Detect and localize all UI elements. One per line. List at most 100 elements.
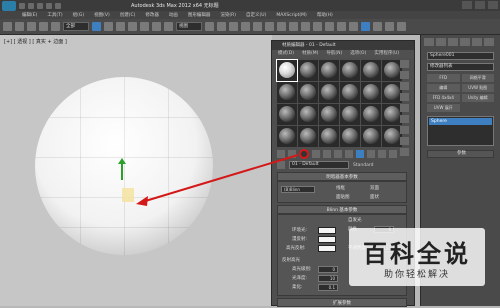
material-slot[interactable] xyxy=(361,126,381,147)
modifier-stack-item[interactable]: Sphere xyxy=(429,118,492,125)
menu-rendering[interactable]: 渲染(R) xyxy=(220,12,236,18)
create-tab-icon[interactable] xyxy=(424,38,434,46)
menu-graph-editors[interactable]: 图形编辑器 xyxy=(188,12,211,18)
hierarchy-tab-icon[interactable] xyxy=(448,38,458,46)
menu-modifiers[interactable]: 修改器 xyxy=(145,12,159,18)
material-slot[interactable] xyxy=(319,104,339,125)
material-type-button[interactable]: Standard xyxy=(353,163,373,168)
link-icon[interactable] xyxy=(27,22,36,31)
open-file-icon[interactable] xyxy=(28,2,34,9)
make-unique-icon[interactable] xyxy=(323,150,331,158)
sample-type-icon[interactable] xyxy=(400,60,409,68)
soften-spinner[interactable]: 0.1 xyxy=(318,284,338,291)
modifier-button[interactable]: 网格平滑 xyxy=(461,74,494,82)
show-end-result-icon[interactable] xyxy=(367,150,375,158)
modifier-button[interactable]: UVW 贴图 xyxy=(461,84,494,92)
me-menu-utilities[interactable]: 实用程序(U) xyxy=(374,50,399,58)
material-slot[interactable] xyxy=(277,104,297,125)
gizmo-arrow-icon[interactable] xyxy=(118,158,126,164)
material-slot[interactable] xyxy=(382,60,402,81)
snap-toggle-icon[interactable] xyxy=(229,22,238,31)
material-slot[interactable] xyxy=(361,104,381,125)
material-slot[interactable] xyxy=(340,60,360,81)
close-button[interactable] xyxy=(488,1,498,9)
object-name-field[interactable]: Sphere001 xyxy=(427,52,494,60)
modifier-button[interactable]: UVW 展开 xyxy=(427,104,460,112)
rendered-frame-icon[interactable] xyxy=(385,22,394,31)
material-name-field[interactable]: 01 - Default xyxy=(289,161,349,169)
bind-space-warp-icon[interactable] xyxy=(51,22,60,31)
material-id-channel-icon[interactable] xyxy=(345,150,353,158)
render-production-icon[interactable] xyxy=(397,22,406,31)
selection-filter-select[interactable]: 全部 xyxy=(63,22,89,31)
options-icon[interactable] xyxy=(400,126,409,134)
menu-views[interactable]: 视图(V) xyxy=(94,12,110,18)
viewport-label[interactable]: [+] [ 透视 ] [ 真实 + 边面 ] xyxy=(4,38,67,45)
select-by-material-icon[interactable] xyxy=(400,137,409,145)
angle-snap-icon[interactable] xyxy=(241,22,250,31)
modifier-button[interactable]: FFD xyxy=(427,74,460,82)
material-slot[interactable] xyxy=(340,82,360,103)
select-scale-icon[interactable] xyxy=(164,22,173,31)
shader-type-select[interactable]: (B)Blinn xyxy=(281,186,315,193)
put-to-scene-icon[interactable] xyxy=(288,150,296,158)
background-icon[interactable] xyxy=(400,82,409,90)
pick-material-icon[interactable] xyxy=(277,161,285,169)
modifier-list-select[interactable]: 修改器列表 xyxy=(427,63,494,71)
put-to-library-icon[interactable] xyxy=(334,150,342,158)
percent-snap-icon[interactable] xyxy=(253,22,262,31)
transform-gizmo-center[interactable] xyxy=(122,188,134,202)
material-editor-title[interactable]: 材质编辑器 - 01 - Default xyxy=(272,41,414,50)
ambient-color-swatch[interactable] xyxy=(318,227,336,234)
redo-icon[interactable] xyxy=(55,2,61,9)
material-editor-icon[interactable] xyxy=(361,22,370,31)
pivot-center-icon[interactable] xyxy=(205,22,214,31)
utilities-tab-icon[interactable] xyxy=(484,38,494,46)
material-slot[interactable] xyxy=(277,126,297,147)
me-menu-material[interactable]: 材质(M) xyxy=(302,50,318,58)
menu-animation[interactable]: 动画 xyxy=(169,12,178,18)
material-slot[interactable] xyxy=(298,82,318,103)
modify-tab-icon[interactable] xyxy=(436,38,446,46)
material-slot[interactable] xyxy=(361,82,381,103)
named-selection-icon[interactable] xyxy=(277,22,286,31)
save-file-icon[interactable] xyxy=(37,2,43,9)
reference-coordinate-select[interactable]: 视图 xyxy=(176,22,202,31)
face-map-checkbox[interactable]: 面贴图 xyxy=(336,194,350,200)
blinn-basic-rollout[interactable]: Blinn 基本参数 xyxy=(277,205,407,214)
material-slot[interactable] xyxy=(340,126,360,147)
material-slot[interactable] xyxy=(277,82,297,103)
maximize-button[interactable] xyxy=(475,1,485,9)
material-slot[interactable] xyxy=(382,126,402,147)
undo-tool-icon[interactable] xyxy=(3,22,12,31)
me-menu-navigation[interactable]: 导航(N) xyxy=(326,50,342,58)
material-slot[interactable] xyxy=(298,60,318,81)
material-slot[interactable] xyxy=(298,104,318,125)
sphere-object[interactable] xyxy=(35,77,213,255)
faceted-checkbox[interactable]: 面状 xyxy=(370,194,379,200)
me-menu-modes[interactable]: 模式(D) xyxy=(278,50,294,58)
render-setup-icon[interactable] xyxy=(373,22,382,31)
undo-icon[interactable] xyxy=(46,2,52,9)
menu-help[interactable]: 帮助(H) xyxy=(317,12,333,18)
modifier-button[interactable]: 编辑 xyxy=(427,84,460,92)
curve-editor-icon[interactable] xyxy=(337,22,346,31)
make-preview-icon[interactable] xyxy=(400,115,409,123)
material-slot[interactable] xyxy=(319,82,339,103)
new-file-icon[interactable] xyxy=(19,2,25,9)
display-tab-icon[interactable] xyxy=(472,38,482,46)
window-crossing-icon[interactable] xyxy=(128,22,137,31)
diffuse-color-swatch[interactable] xyxy=(318,236,336,243)
shader-basic-rollout[interactable]: 明暗器基本参数 xyxy=(277,172,407,181)
modifier-stack[interactable]: Sphere xyxy=(427,116,494,146)
material-slot[interactable] xyxy=(361,60,381,81)
redo-tool-icon[interactable] xyxy=(15,22,24,31)
unlink-icon[interactable] xyxy=(39,22,48,31)
go-forward-sibling-icon[interactable] xyxy=(389,150,397,158)
reset-map-icon[interactable] xyxy=(312,150,320,158)
specular-color-swatch[interactable] xyxy=(318,245,336,252)
material-slot[interactable] xyxy=(382,82,402,103)
minimize-button[interactable] xyxy=(462,1,472,9)
rectangular-selection-icon[interactable] xyxy=(116,22,125,31)
two-sided-checkbox[interactable]: 双面 xyxy=(370,185,379,191)
